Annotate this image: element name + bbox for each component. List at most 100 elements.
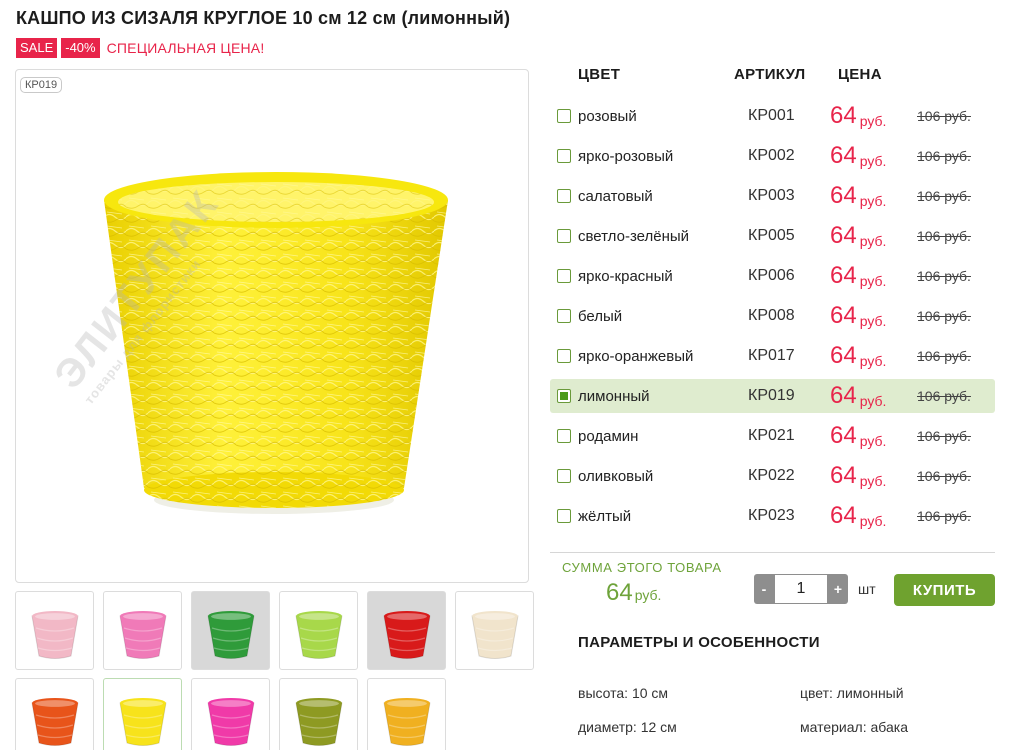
variant-row[interactable]: лимонный КР019 64 руб. 106 руб.: [550, 379, 995, 413]
variant-color: розовый: [578, 107, 637, 125]
discount-badge: -40%: [61, 38, 100, 58]
header-price: ЦЕНА: [838, 66, 882, 83]
thumbnail-planter-icon: [294, 697, 343, 746]
variant-price-currency: руб.: [859, 473, 887, 489]
thumbnail-planter-icon: [118, 610, 167, 659]
variant-price-currency: руб.: [859, 513, 887, 529]
variant-price: 64 руб.: [830, 422, 886, 450]
thumbnail-planter-icon: [382, 697, 431, 746]
variant-price-currency: руб.: [859, 273, 887, 289]
variant-price: 64 руб.: [830, 182, 886, 210]
variant-checkbox[interactable]: [557, 149, 571, 163]
variant-price: 64 руб.: [830, 502, 886, 530]
variant-price: 64 руб.: [830, 102, 886, 130]
variant-old-price: 106 руб.: [917, 348, 971, 364]
variant-checkbox[interactable]: [557, 269, 571, 283]
variant-row[interactable]: родамин КР021 64 руб. 106 руб.: [550, 416, 995, 456]
divider: [550, 552, 995, 553]
variant-old-price: 106 руб.: [917, 508, 971, 524]
main-product-image[interactable]: КР019 ЭЛИТУПАК товары для флористики: [15, 69, 529, 583]
params-title: ПАРАМЕТРЫ И ОСОБЕННОСТИ: [578, 634, 820, 651]
buy-button[interactable]: КУПИТЬ: [894, 574, 995, 606]
variant-article: КР021: [748, 427, 795, 444]
variant-price: 64 руб.: [830, 462, 886, 490]
variant-row[interactable]: белый КР008 64 руб. 106 руб.: [550, 296, 995, 336]
variant-row[interactable]: светло-зелёный КР005 64 руб. 106 руб.: [550, 216, 995, 256]
variant-color: светло-зелёный: [578, 227, 690, 245]
variant-article: КР006: [748, 267, 795, 284]
thumbnail-planter-icon: [206, 610, 255, 659]
thumbnail[interactable]: [191, 591, 270, 670]
thumbnail[interactable]: [367, 591, 446, 670]
variant-color: белый: [578, 307, 623, 325]
variant-article: КР022: [748, 467, 795, 484]
quantity-increase-button[interactable]: +: [828, 574, 848, 604]
variant-price-currency: руб.: [859, 233, 887, 249]
variant-price-currency: руб.: [859, 113, 887, 129]
variant-price: 64 руб.: [830, 262, 886, 290]
variant-color: ярко-оранжевый: [578, 347, 694, 365]
variant-price: 64 руб.: [830, 302, 886, 330]
variant-checkbox[interactable]: [557, 189, 571, 203]
variant-row[interactable]: ярко-красный КР006 64 руб. 106 руб.: [550, 256, 995, 296]
variant-row[interactable]: ярко-розовый КР002 64 руб. 106 руб.: [550, 136, 995, 176]
variant-old-price: 106 руб.: [917, 188, 971, 204]
quantity-input[interactable]: [774, 574, 828, 604]
variant-checkbox[interactable]: [557, 349, 571, 363]
thumbnail[interactable]: [103, 591, 182, 670]
variant-color: ярко-розовый: [578, 147, 674, 165]
variant-checkbox[interactable]: [557, 389, 571, 403]
thumbnail[interactable]: [367, 678, 446, 750]
thumbnail[interactable]: [15, 678, 94, 750]
variant-checkbox[interactable]: [557, 309, 571, 323]
sum-label: СУММА ЭТОГО ТОВАРА: [562, 560, 722, 575]
param-height: высота: 10 см: [578, 685, 669, 701]
variant-row[interactable]: салатовый КР003 64 руб. 106 руб.: [550, 176, 995, 216]
variant-price-value: 64: [830, 102, 857, 129]
thumbnail-planter-icon: [30, 610, 79, 659]
variant-old-price: 106 руб.: [917, 308, 971, 324]
variant-old-price: 106 руб.: [917, 468, 971, 484]
sale-badges: SALE -40% СПЕЦИАЛЬНАЯ ЦЕНА!: [16, 38, 264, 58]
variant-color: лимонный: [578, 387, 650, 405]
variant-checkbox[interactable]: [557, 229, 571, 243]
thumbnail[interactable]: [279, 591, 358, 670]
variant-old-price: 106 руб.: [917, 148, 971, 164]
thumbnail[interactable]: [191, 678, 270, 750]
variant-old-price: 106 руб.: [917, 108, 971, 124]
quantity-decrease-button[interactable]: -: [754, 574, 774, 604]
variant-price: 64 руб.: [830, 342, 886, 370]
variant-price-value: 64: [830, 302, 857, 329]
variant-article: КР001: [748, 107, 795, 124]
variant-price-currency: руб.: [859, 313, 887, 329]
thumbnail-strip: [15, 591, 535, 750]
variant-price-value: 64: [830, 182, 857, 209]
thumbnail[interactable]: [455, 591, 534, 670]
variant-old-price: 106 руб.: [917, 268, 971, 284]
thumbnail[interactable]: [279, 678, 358, 750]
variant-price-value: 64: [830, 262, 857, 289]
thumbnail-planter-icon: [206, 697, 255, 746]
variant-row[interactable]: ярко-оранжевый КР017 64 руб. 106 руб.: [550, 336, 995, 376]
variant-price-value: 64: [830, 422, 857, 449]
variant-checkbox[interactable]: [557, 509, 571, 523]
variant-article: КР008: [748, 307, 795, 324]
thumbnail[interactable]: [103, 678, 182, 750]
variant-color: оливковый: [578, 467, 654, 485]
param-material: материал: абака: [800, 719, 908, 735]
thumbnail[interactable]: [15, 591, 94, 670]
variant-row[interactable]: розовый КР001 64 руб. 106 руб.: [550, 96, 995, 136]
variant-article: КР003: [748, 187, 795, 204]
planter-image: [104, 172, 448, 514]
variant-price-currency: руб.: [859, 433, 887, 449]
sale-badge: SALE: [16, 38, 58, 58]
thumbnail-planter-icon: [30, 697, 79, 746]
variant-row[interactable]: оливковый КР022 64 руб. 106 руб.: [550, 456, 995, 496]
variant-color: родамин: [578, 427, 639, 445]
variant-checkbox[interactable]: [557, 109, 571, 123]
variant-price: 64 руб.: [830, 142, 886, 170]
variant-checkbox[interactable]: [557, 469, 571, 483]
variant-row[interactable]: жёлтый КР023 64 руб. 106 руб.: [550, 496, 995, 536]
variant-checkbox[interactable]: [557, 429, 571, 443]
header-color: ЦВЕТ: [578, 66, 621, 83]
